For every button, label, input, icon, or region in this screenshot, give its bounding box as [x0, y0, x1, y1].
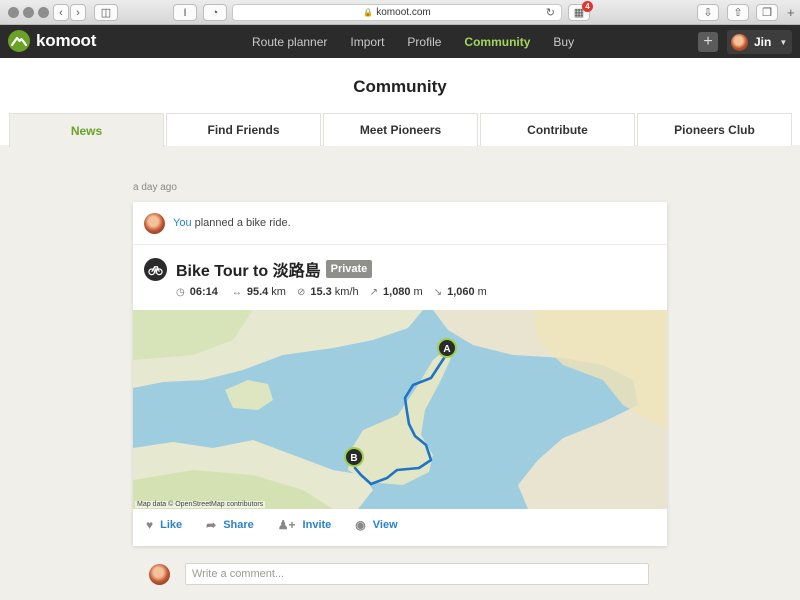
- new-tab-icon[interactable]: +: [787, 5, 795, 20]
- map-canvas: A B: [133, 310, 667, 509]
- post-timestamp: a day ago: [133, 182, 177, 193]
- start-marker[interactable]: A: [437, 338, 457, 358]
- speed-value: 15.3: [310, 286, 332, 298]
- stat-downhill: ↘ 1,060 m: [434, 286, 487, 298]
- user-name: Jin: [754, 35, 772, 49]
- url-text: komoot.com: [376, 7, 431, 18]
- post-author-avatar[interactable]: [144, 212, 165, 234]
- extension-badge: 4: [582, 1, 593, 12]
- duration-value: 06:14: [189, 286, 218, 298]
- activity-text: You planned a bike ride.: [173, 217, 291, 229]
- comment-input[interactable]: [185, 563, 649, 585]
- tab-find-friends[interactable]: Find Friends: [166, 113, 321, 146]
- tabs-icon[interactable]: ❐: [756, 4, 778, 21]
- eye-icon: ◉: [355, 518, 366, 532]
- downhill-icon: ↘: [433, 286, 443, 298]
- invite-button[interactable]: ♟+ Invite: [278, 518, 332, 532]
- distance-value: 95.4: [246, 286, 269, 298]
- back-icon[interactable]: ‹: [53, 4, 69, 21]
- bicycle-icon: [144, 257, 167, 281]
- create-plus-button[interactable]: +: [698, 32, 718, 52]
- chevron-down-icon: ▼: [779, 37, 788, 47]
- distance-icon: ↔: [231, 286, 242, 298]
- extension-icon[interactable]: ▦ 4: [568, 1, 593, 21]
- uphill-icon: ↗: [369, 286, 379, 298]
- lock-icon: 🔒: [363, 8, 374, 17]
- add-people-icon: ♟+: [277, 518, 296, 532]
- activity-description: planned a bike ride.: [191, 217, 291, 229]
- komoot-logo-icon: [8, 30, 30, 52]
- map-credit: Map data © OpenStreetMap contributors: [135, 501, 266, 508]
- heart-icon: ♥: [146, 518, 154, 532]
- nav-route-planner[interactable]: Route planner: [252, 35, 327, 49]
- site-navbar: komoot Route planner Import Profile Comm…: [0, 25, 800, 58]
- page-title: Community: [353, 77, 447, 96]
- post-actions: ♥ Like ➦ Share ♟+ Invite ◉ View: [146, 518, 422, 532]
- logo-text: komoot: [36, 31, 97, 50]
- nav-profile[interactable]: Profile: [407, 35, 441, 49]
- post-activity-row: You planned a bike ride.: [133, 202, 667, 245]
- sidebar-icon[interactable]: ◫: [94, 4, 118, 21]
- reload-icon[interactable]: ↻: [546, 6, 555, 19]
- like-label: Like: [160, 519, 183, 531]
- stat-uphill: ↗ 1,080 m: [370, 286, 423, 298]
- address-bar[interactable]: 🔒 komoot.com ↻: [232, 4, 562, 21]
- speed-icon: ⊘: [296, 286, 306, 298]
- nav-buy[interactable]: Buy: [553, 35, 574, 49]
- stat-duration: ◷ 06:14: [176, 286, 221, 298]
- privacy-icon[interactable]: ◔: [203, 4, 227, 21]
- forward-icon[interactable]: ›: [70, 4, 86, 21]
- nav-community[interactable]: Community: [464, 35, 530, 49]
- tour-title[interactable]: Bike Tour to 淡路島: [176, 257, 321, 281]
- reader-icon[interactable]: I: [173, 4, 197, 21]
- window-close-button[interactable]: [8, 7, 19, 18]
- tab-news[interactable]: News: [9, 113, 164, 147]
- invite-label: Invite: [302, 519, 332, 531]
- tab-meet-pioneers[interactable]: Meet Pioneers: [323, 113, 478, 146]
- komoot-logo[interactable]: komoot: [8, 30, 96, 52]
- browser-toolbar: ‹ › ◫ I ◔ 🔒 komoot.com ↻ ▦ 4 ⇩ ⇧ ❐ +: [0, 0, 800, 25]
- stat-distance: ↔ 95.4 km: [232, 286, 286, 298]
- feed-post-card: You planned a bike ride. Bike Tour to 淡路…: [133, 202, 667, 546]
- comment-user-avatar: [149, 563, 170, 585]
- nav-import[interactable]: Import: [350, 35, 384, 49]
- start-marker-label: A: [443, 344, 450, 355]
- user-menu-button[interactable]: Jin ▼: [727, 30, 792, 54]
- like-button[interactable]: ♥ Like: [146, 518, 182, 532]
- tour-stats: ◷ 06:14 ↔ 95.4 km ⊘ 15.3 km/h ↗ 1,080 m ↘ 1,060 m: [176, 286, 498, 298]
- tab-pioneers-club[interactable]: Pioneers Club: [637, 113, 792, 146]
- downloads-icon[interactable]: ⇩: [697, 4, 719, 21]
- comment-row: [149, 563, 649, 585]
- end-marker[interactable]: B: [344, 447, 364, 467]
- tab-contribute[interactable]: Contribute: [480, 113, 635, 146]
- uphill-value: 1,080: [383, 286, 411, 298]
- downhill-value: 1,060: [447, 286, 475, 298]
- clock-icon: ◷: [176, 286, 185, 298]
- window-minimize-button[interactable]: [23, 7, 34, 18]
- share-button[interactable]: ➦ Share: [206, 518, 254, 532]
- user-avatar: [731, 33, 748, 51]
- view-button[interactable]: ◉ View: [355, 518, 397, 532]
- end-marker-label: B: [350, 453, 357, 464]
- speed-unit: km/h: [334, 286, 359, 298]
- nav-links: Route planner Import Profile Community B…: [252, 25, 597, 58]
- private-badge: Private: [325, 260, 373, 278]
- distance-unit: km: [271, 286, 286, 298]
- window-zoom-button[interactable]: [38, 7, 49, 18]
- share-label: Share: [223, 519, 254, 531]
- downhill-unit: m: [477, 286, 487, 298]
- uphill-unit: m: [413, 286, 423, 298]
- tour-map[interactable]: A B Map data © OpenStreetMap contributor…: [133, 310, 667, 509]
- view-label: View: [372, 519, 398, 531]
- tour-header: Bike Tour to 淡路島 Private: [144, 257, 373, 281]
- community-tabs: News Find Friends Meet Pioneers Contribu…: [9, 113, 794, 147]
- stat-speed: ⊘ 15.3 km/h: [297, 286, 359, 298]
- share-arrow-icon: ➦: [206, 518, 217, 532]
- actor-link[interactable]: You: [173, 217, 192, 229]
- share-icon[interactable]: ⇧: [727, 4, 749, 21]
